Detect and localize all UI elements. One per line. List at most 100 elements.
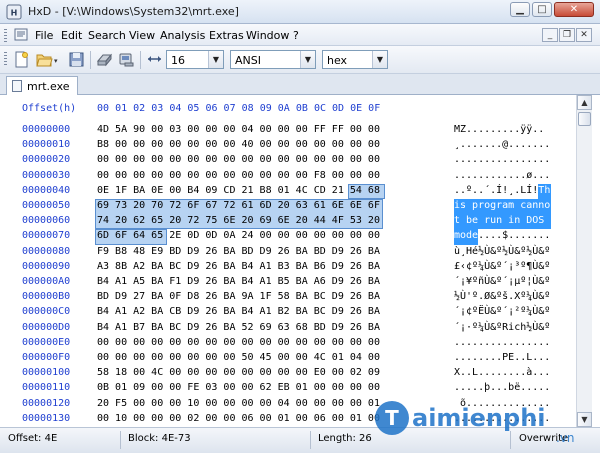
new-file-icon[interactable]: [13, 51, 30, 68]
row-ascii-text[interactable]: £‹¢º¼Ù&º´¡³º¶Ù&º: [454, 261, 550, 272]
row-hex-bytes[interactable]: 00 00 00 00 00 00 00 00 50 45 00 00 4C 0…: [97, 352, 380, 363]
row-hex-bytes[interactable]: B4 A1 A5 BA F1 D9 26 BA B4 A1 B5 BA A6 D…: [97, 276, 380, 287]
scroll-up-button[interactable]: ▲: [577, 95, 592, 110]
row-hex-bytes[interactable]: 69 73 20 70 72 6F 67 72 61 6D 20 63 61 6…: [97, 200, 380, 211]
hex-row[interactable]: 000000D0 B4 A1 B7 BA BC D9 26 BA 52 69 63…: [0, 322, 580, 337]
row-ascii-text[interactable]: is program canno: [454, 200, 550, 211]
row-ascii-text[interactable]: ............ø...: [454, 170, 550, 181]
row-hex-bytes[interactable]: 20 F5 00 00 00 10 00 00 00 00 04 00 00 0…: [97, 398, 380, 409]
row-hex-bytes[interactable]: 58 18 00 4C 00 00 00 00 00 00 00 00 E0 0…: [97, 367, 380, 378]
hex-editor[interactable]: Offset(h) 00 01 02 03 04 05 06 07 08 09 …: [0, 95, 600, 439]
hex-row[interactable]: 00000020 00 00 00 00 00 00 00 00 00 00 00…: [0, 154, 580, 169]
row-ascii-text[interactable]: ù¸Hé½Ù&º½Ù&º½Ù&º: [454, 246, 550, 257]
charset-select[interactable]: ANSI ▼: [230, 50, 316, 69]
row-hex-bytes[interactable]: A3 8B A2 BA BC D9 26 BA B4 A1 B3 BA B6 D…: [97, 261, 380, 272]
row-hex-bytes[interactable]: 00 10 00 00 00 02 00 00 06 00 01 00 06 0…: [97, 413, 380, 424]
minimize-button[interactable]: ▁: [510, 2, 530, 17]
open-dropdown-icon[interactable]: ▾: [54, 57, 58, 65]
row-ascii-text[interactable]: õ..............: [454, 398, 550, 409]
hex-row[interactable]: 00000070 6D 6F 64 65 2E 0D 0D 0A 24 00 00…: [0, 230, 580, 245]
mdi-minimize-button[interactable]: _: [542, 28, 558, 42]
hex-row[interactable]: 00000040 0E 1F BA 0E 00 B4 09 CD 21 B8 01…: [0, 185, 580, 200]
row-hex-bytes[interactable]: F9 B8 48 E9 BD D9 26 BA BD D9 26 BA BD D…: [97, 246, 380, 257]
chevron-down-icon[interactable]: ▼: [300, 51, 315, 68]
row-hex-bytes[interactable]: 4D 5A 90 00 03 00 00 00 04 00 00 00 FF F…: [97, 124, 380, 135]
title-bar[interactable]: H HxD - [V:\Windows\System32\mrt.exe] ▁ …: [0, 0, 600, 24]
hex-row[interactable]: 00000030 00 00 00 00 00 00 00 00 00 00 00…: [0, 170, 580, 185]
close-button[interactable]: ✕: [554, 2, 594, 17]
hex-row[interactable]: 00000110 0B 01 09 00 00 FE 03 00 00 62 EB…: [0, 382, 580, 397]
ram-editor-icon[interactable]: [118, 51, 135, 68]
hex-row[interactable]: 00000120 20 F5 00 00 00 10 00 00 00 00 04…: [0, 398, 580, 413]
row-ascii-text[interactable]: ´¡·º¼Ù&ºRich½Ù&º: [454, 322, 550, 333]
menu-help[interactable]: ?: [293, 29, 299, 42]
hex-row[interactable]: 000000C0 B4 A1 A2 BA CB D9 26 BA B4 A1 B2…: [0, 306, 580, 321]
row-ascii-text[interactable]: ........PE..L...: [454, 352, 550, 363]
row-ascii-text[interactable]: MZ.........ÿÿ..: [454, 124, 544, 135]
row-ascii-text[interactable]: ................: [454, 154, 550, 165]
hex-row[interactable]: 000000B0 BD D9 27 BA 0F D8 26 BA 9A 1F 58…: [0, 291, 580, 306]
document-icon[interactable]: [14, 28, 28, 41]
row-ascii-text[interactable]: ................: [454, 413, 550, 424]
row-hex-bytes[interactable]: 00 00 00 00 00 00 00 00 00 00 00 00 00 0…: [97, 337, 380, 348]
row-offset: 00000000: [22, 124, 71, 135]
hex-row[interactable]: 000000A0 B4 A1 A5 BA F1 D9 26 BA B4 A1 B5…: [0, 276, 580, 291]
hex-row[interactable]: 000000F0 00 00 00 00 00 00 00 00 50 45 00…: [0, 352, 580, 367]
row-hex-bytes[interactable]: B4 A1 B7 BA BC D9 26 BA 52 69 63 68 BD D…: [97, 322, 380, 333]
row-ascii-text[interactable]: ´¡¥ºñÙ&º´¡µº¦Ù&º: [454, 276, 550, 287]
row-hex-bytes[interactable]: 0E 1F BA 0E 00 B4 09 CD 21 B8 01 4C CD 2…: [97, 185, 380, 196]
row-ascii-text[interactable]: ..º..´.Í!¸.LÍ!Th: [454, 185, 550, 196]
hex-row[interactable]: 00000080 F9 B8 48 E9 BD D9 26 BA BD D9 26…: [0, 246, 580, 261]
maximize-button[interactable]: □: [532, 2, 552, 17]
row-ascii-text[interactable]: ½Ù'º.Ø&ºš.Xº¼Ù&º: [454, 291, 550, 302]
save-icon[interactable]: [68, 51, 85, 68]
menu-view[interactable]: View: [129, 29, 155, 42]
vertical-scrollbar[interactable]: ▲ ▼: [576, 95, 592, 427]
column-header: 0F: [368, 103, 381, 114]
menu-window[interactable]: Window: [246, 29, 289, 42]
bytes-per-row-select[interactable]: 16 ▼: [166, 50, 224, 69]
row-hex-bytes[interactable]: 00 00 00 00 00 00 00 00 00 00 00 00 00 0…: [97, 154, 380, 165]
row-hex-bytes[interactable]: 74 20 62 65 20 72 75 6E 20 69 6E 20 44 4…: [97, 215, 380, 226]
menu-edit[interactable]: Edit: [61, 29, 82, 42]
hex-row[interactable]: 00000100 58 18 00 4C 00 00 00 00 00 00 00…: [0, 367, 580, 382]
menu-search[interactable]: Search: [88, 29, 126, 42]
row-hex-bytes[interactable]: 00 00 00 00 00 00 00 00 00 00 00 00 F8 0…: [97, 170, 380, 181]
display-mode-select[interactable]: hex ▼: [322, 50, 388, 69]
hex-row[interactable]: 00000010 B8 00 00 00 00 00 00 00 40 00 00…: [0, 139, 580, 154]
scroll-down-button[interactable]: ▼: [577, 412, 592, 427]
row-ascii-text[interactable]: mode....$.......: [454, 230, 550, 241]
mdi-close-button[interactable]: ✕: [576, 28, 592, 42]
row-ascii-text[interactable]: ¸.......@.......: [454, 139, 550, 150]
row-hex-bytes[interactable]: 0B 01 09 00 00 FE 03 00 00 62 EB 01 00 0…: [97, 382, 380, 393]
toolbar-grip[interactable]: [4, 52, 7, 65]
row-hex-bytes[interactable]: B4 A1 A2 BA CB D9 26 BA B4 A1 B2 BA BC D…: [97, 306, 380, 317]
tab-mrt-exe[interactable]: mrt.exe: [6, 76, 78, 95]
hex-row[interactable]: 00000060 74 20 62 65 20 72 75 6E 20 69 6E…: [0, 215, 580, 230]
hex-row[interactable]: 00000090 A3 8B A2 BA BC D9 26 BA B4 A1 B3…: [0, 261, 580, 276]
row-ascii-text[interactable]: .....þ...bë.....: [454, 382, 550, 393]
row-ascii-text[interactable]: t be run in DOS: [454, 215, 550, 226]
menu-extras[interactable]: Extras: [209, 29, 244, 42]
open-folder-icon[interactable]: [36, 51, 53, 68]
menu-analysis[interactable]: Analysis: [160, 29, 205, 42]
chevron-down-icon[interactable]: ▼: [372, 51, 387, 68]
row-ascii-text[interactable]: X..L........à...: [454, 367, 550, 378]
mdi-restore-button[interactable]: ❐: [559, 28, 575, 42]
menu-file[interactable]: File: [35, 29, 53, 42]
chevron-down-icon[interactable]: ▼: [208, 51, 223, 68]
row-ascii-text[interactable]: ................: [454, 337, 550, 348]
menu-grip[interactable]: [4, 29, 7, 42]
row-hex-bytes[interactable]: B8 00 00 00 00 00 00 00 40 00 00 00 00 0…: [97, 139, 380, 150]
row-hex-bytes[interactable]: 6D 6F 64 65 2E 0D 0D 0A 24 00 00 00 00 0…: [97, 230, 380, 241]
row-ascii-text[interactable]: ´¡¢ºËÙ&º´¡²º¼Ù&º: [454, 306, 550, 317]
scroll-thumb[interactable]: [578, 112, 591, 126]
column-header: 0A: [277, 103, 290, 114]
hex-row[interactable]: 000000E0 00 00 00 00 00 00 00 00 00 00 00…: [0, 337, 580, 352]
hex-row[interactable]: 00000130 00 10 00 00 00 02 00 00 06 00 01…: [0, 413, 580, 428]
hex-row[interactable]: 00000000 4D 5A 90 00 03 00 00 00 04 00 00…: [0, 124, 580, 139]
disk-editor-icon[interactable]: [96, 51, 113, 68]
toolbar: ▾ 16 ▼ ANSI ▼ hex ▼: [0, 46, 600, 74]
row-hex-bytes[interactable]: BD D9 27 BA 0F D8 26 BA 9A 1F 58 BA BC D…: [97, 291, 380, 302]
hex-row[interactable]: 00000050 69 73 20 70 72 6F 67 72 61 6D 20…: [0, 200, 580, 215]
